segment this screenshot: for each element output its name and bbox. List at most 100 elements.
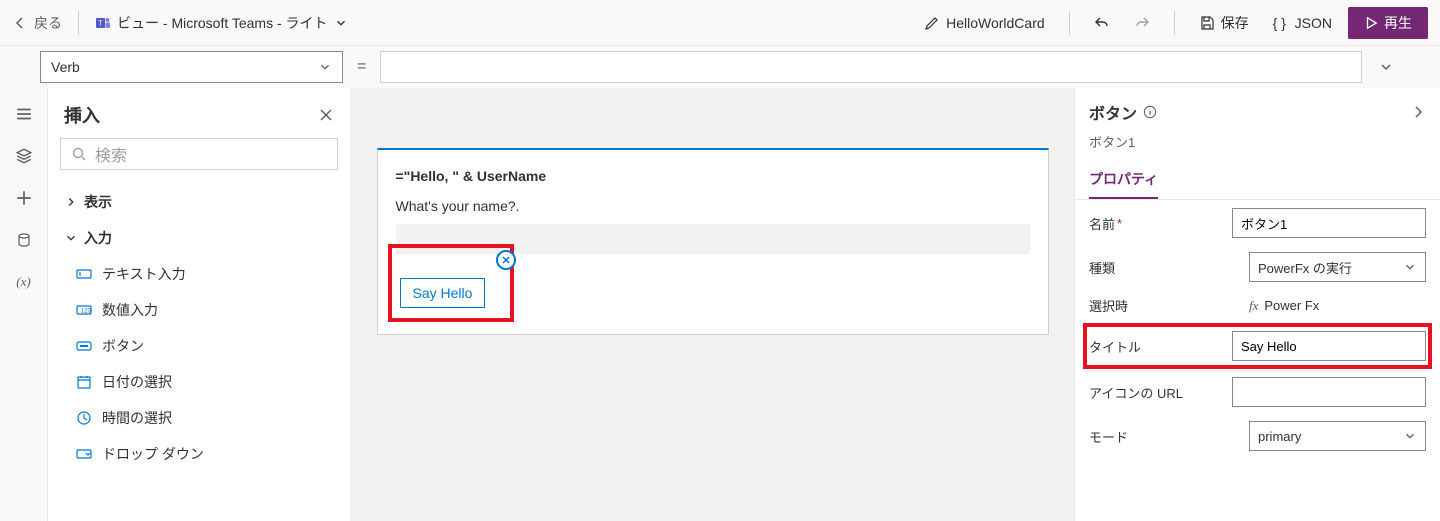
rail-data[interactable]	[14, 230, 34, 250]
required-asterisk: *	[1117, 216, 1122, 231]
card-title[interactable]: ="Hello, " & UserName	[396, 168, 1030, 184]
prop-row-iconurl: アイコンの URL	[1089, 377, 1426, 407]
save-label: 保存	[1221, 13, 1249, 33]
rail-tree-view[interactable]	[14, 104, 34, 124]
insert-item-text-input[interactable]: テキスト入力	[48, 256, 350, 292]
prop-row-title: タイトル	[1089, 329, 1426, 363]
play-label: 再生	[1384, 13, 1412, 33]
insert-item-label: ボタン	[102, 336, 144, 356]
card-text-input[interactable]	[396, 224, 1030, 254]
svg-text:T: T	[98, 20, 103, 27]
rail-variables[interactable]: (x)	[14, 272, 34, 292]
card-button-label: Say Hello	[413, 285, 473, 301]
hamburger-icon	[15, 105, 33, 123]
chevron-down-icon	[1378, 59, 1394, 75]
group-input-label: 入力	[84, 228, 112, 248]
prop-title-input[interactable]	[1232, 331, 1426, 361]
chevron-down-icon	[1403, 260, 1417, 274]
date-picker-icon	[76, 374, 92, 390]
left-rail: (x)	[0, 88, 48, 521]
prop-onselect-value[interactable]: fx Power Fx	[1249, 298, 1426, 314]
rail-insert[interactable]	[14, 188, 34, 208]
prop-label: アイコンの URL	[1089, 383, 1222, 402]
redo-icon	[1134, 15, 1150, 31]
insert-item-time-picker[interactable]: 時間の選択	[48, 400, 350, 436]
prop-iconurl-input[interactable]	[1232, 377, 1426, 407]
chevron-right-icon[interactable]	[1410, 104, 1426, 120]
insert-item-date-picker[interactable]: 日付の選択	[48, 364, 350, 400]
prop-mode-select[interactable]: primary	[1249, 421, 1426, 451]
arrow-left-icon	[12, 15, 28, 31]
separator	[78, 11, 79, 35]
group-input[interactable]: 入力	[48, 220, 350, 256]
prop-row-kind: 種類 PowerFx の実行	[1089, 252, 1426, 282]
edit-card-name-button[interactable]: HelloWorldCard	[916, 11, 1053, 35]
property-selector[interactable]: Verb	[40, 51, 343, 83]
save-icon	[1199, 15, 1215, 31]
view-switcher[interactable]: T ビュー - Microsoft Teams - ライト	[95, 13, 348, 33]
separator	[1069, 11, 1070, 35]
delete-selection-button[interactable]	[496, 250, 516, 270]
prop-kind-select[interactable]: PowerFx の実行	[1249, 252, 1426, 282]
info-icon[interactable]	[1143, 105, 1157, 119]
equals-sign: =	[353, 58, 370, 76]
prop-label: 種類	[1089, 258, 1239, 277]
chevron-down-icon	[1403, 429, 1417, 443]
prop-row-onselect: 選択時 fx Power Fx	[1089, 296, 1426, 315]
search-icon	[71, 146, 87, 162]
insert-item-number-input[interactable]: 123 数値入力	[48, 292, 350, 328]
text-input-icon	[76, 266, 92, 282]
play-icon	[1364, 16, 1378, 30]
back-button[interactable]: 戻る	[12, 13, 62, 33]
search-placeholder: 検索	[95, 142, 127, 166]
card-name: HelloWorldCard	[946, 15, 1045, 31]
plus-icon	[15, 189, 33, 207]
card-subtitle[interactable]: What's your name?.	[396, 198, 1030, 214]
insert-item-label: テキスト入力	[102, 264, 186, 284]
layers-icon	[15, 147, 33, 165]
card-button[interactable]: Say Hello	[400, 278, 486, 308]
chevron-down-icon	[64, 231, 78, 245]
undo-button[interactable]	[1086, 11, 1118, 35]
json-label: JSON	[1295, 15, 1332, 31]
insert-item-button[interactable]: ボタン	[48, 328, 350, 364]
insert-item-dropdown[interactable]: ドロップ ダウン	[48, 436, 350, 472]
design-canvas[interactable]: ="Hello, " & UserName What's your name?.…	[351, 88, 1074, 521]
prop-row-name: 名前 *	[1089, 208, 1426, 238]
adaptive-card-preview[interactable]: ="Hello, " & UserName What's your name?.…	[377, 148, 1049, 335]
prop-label: 選択時	[1089, 296, 1239, 315]
dropdown-icon	[76, 446, 92, 462]
rail-layers[interactable]	[14, 146, 34, 166]
close-circle-icon	[501, 255, 511, 265]
prop-name-input[interactable]	[1232, 208, 1426, 238]
tab-properties[interactable]: プロパティ	[1089, 161, 1158, 199]
props-instance-name: ボタン1	[1075, 128, 1440, 161]
redo-button[interactable]	[1126, 11, 1158, 35]
chevron-down-icon	[334, 16, 348, 30]
expand-formula-button[interactable]	[1372, 53, 1400, 81]
fx-icon: fx	[1249, 298, 1258, 314]
search-input[interactable]: 検索	[60, 138, 338, 170]
separator	[1174, 11, 1175, 35]
group-display[interactable]: 表示	[48, 184, 350, 220]
properties-panel: ボタン ボタン1 プロパティ 名前 * 種類 PowerFx の実行 選択時	[1074, 88, 1440, 521]
prop-label: モード	[1089, 427, 1239, 446]
props-header: ボタン	[1089, 100, 1137, 124]
insert-item-label: 数値入力	[102, 300, 158, 320]
save-button[interactable]: 保存	[1191, 9, 1257, 37]
pencil-icon	[924, 15, 940, 31]
insert-panel: 挿入 検索 表示 入力 テキスト入力 123 数値入力	[48, 88, 351, 521]
formula-bar: Verb =	[0, 46, 1440, 88]
button-icon	[76, 338, 92, 354]
chevron-right-icon	[64, 195, 78, 209]
play-button[interactable]: 再生	[1348, 7, 1428, 39]
json-button[interactable]: { } JSON	[1265, 11, 1340, 35]
back-label: 戻る	[34, 13, 62, 33]
view-label: ビュー - Microsoft Teams - ライト	[117, 13, 328, 33]
group-display-label: 表示	[84, 192, 112, 212]
close-icon[interactable]	[318, 107, 334, 123]
prop-onselect-text: Power Fx	[1264, 298, 1319, 313]
prop-label: 名前	[1089, 214, 1115, 233]
number-input-icon: 123	[76, 302, 92, 318]
formula-input[interactable]	[380, 51, 1362, 83]
